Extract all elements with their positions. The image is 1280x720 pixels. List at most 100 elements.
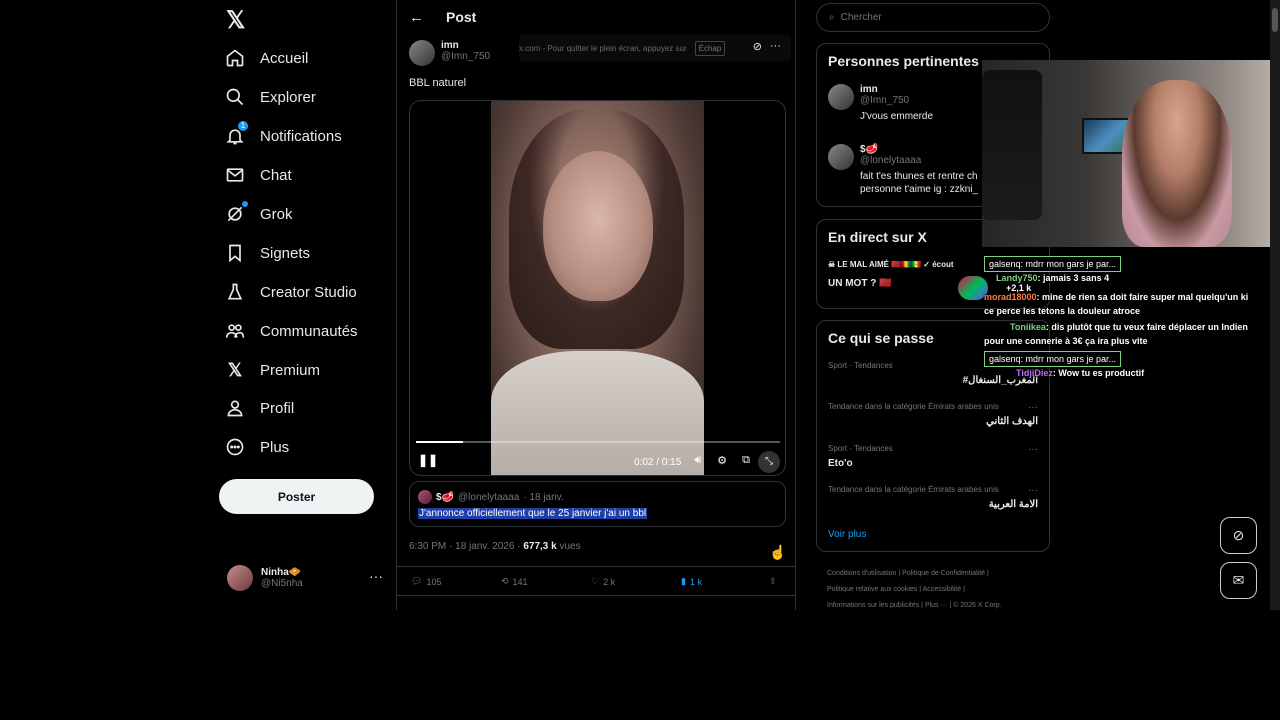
pip-icon[interactable]: ⧉ bbox=[738, 454, 754, 470]
trend-name: Eto'o bbox=[828, 458, 853, 469]
nav-bookmarks[interactable]: Signets bbox=[224, 236, 310, 270]
person-name[interactable]: $🥩 bbox=[860, 144, 990, 155]
video-face bbox=[543, 151, 653, 301]
post-top-icons: ⊘ ··· bbox=[753, 40, 781, 53]
nav-label: Grok bbox=[260, 205, 293, 223]
avatar[interactable] bbox=[828, 84, 854, 110]
chat-text: : dis plutôt que tu veux faire déplacer … bbox=[1045, 322, 1248, 332]
reply-count: 105 bbox=[426, 576, 442, 587]
bookmark-count: 1 k bbox=[689, 576, 702, 587]
video-progress-fill bbox=[416, 441, 464, 443]
messages-float-button[interactable]: ✉ bbox=[1220, 562, 1257, 599]
back-arrow-icon[interactable]: ← bbox=[409, 9, 424, 26]
footer-link[interactable]: Informations sur les publicités bbox=[827, 602, 919, 609]
user-icon bbox=[224, 397, 246, 419]
video-progress-bar[interactable] bbox=[416, 441, 780, 443]
volume-icon[interactable]: 🔊︎ bbox=[690, 454, 706, 470]
trend-item[interactable]: Tendance dans la catégorie Émirats arabe… bbox=[828, 485, 1038, 510]
video-player[interactable]: ❚❚ 0:02 / 0:15 🔊︎ ⚙ ⧉ ⤡ bbox=[409, 100, 786, 476]
quote-text-selected: J'annonce officiellement que le 25 janvi… bbox=[418, 508, 648, 519]
nav-more[interactable]: Plus bbox=[224, 430, 289, 464]
trend-item[interactable]: Tendance dans la catégorie Émirats arabe… bbox=[828, 402, 1038, 427]
nav-label: Communautés bbox=[260, 322, 358, 340]
chat-username: Landy750 bbox=[996, 273, 1038, 283]
see-more-link[interactable]: Voir plus bbox=[828, 529, 866, 540]
nav-premium[interactable]: 𝕏 Premium bbox=[224, 353, 320, 387]
chat-message: TidjiDiez: Wow tu es productif bbox=[1016, 368, 1144, 378]
footer-link[interactable]: Plus ··· bbox=[925, 602, 948, 609]
nav-label: Profil bbox=[260, 399, 295, 417]
gear-icon[interactable]: ⚙ bbox=[714, 454, 730, 470]
more-horizontal-icon[interactable]: ··· bbox=[1028, 485, 1038, 496]
pause-icon[interactable]: ❚❚ bbox=[418, 453, 438, 469]
more-horizontal-icon[interactable]: ··· bbox=[369, 568, 383, 584]
avatar[interactable] bbox=[409, 40, 435, 66]
screen: 𝕏 Accueil Explorer 1 Notifications Chat … bbox=[0, 0, 1280, 610]
post-author[interactable]: imn @Imn_750 bbox=[409, 40, 490, 68]
nav-notifications[interactable]: 1 Notifications bbox=[224, 119, 342, 153]
more-horizontal-icon[interactable]: ··· bbox=[770, 40, 781, 53]
more-horizontal-icon[interactable]: ··· bbox=[1028, 444, 1038, 455]
grok-icon[interactable]: ⊘ bbox=[753, 40, 762, 53]
exit-fullscreen-icon[interactable]: ⤡ bbox=[758, 451, 780, 473]
views-label: vues bbox=[559, 541, 581, 552]
like-count: 2 k bbox=[603, 576, 616, 587]
footer-link[interactable]: Accessibilité bbox=[923, 586, 962, 593]
chat-message: morad18000: mine de rien sa doit faire s… bbox=[984, 292, 1248, 302]
fullscreen-hint: x.com - Pour quitter le plein écran, app… bbox=[519, 35, 791, 61]
nav-label: Notifications bbox=[260, 127, 342, 145]
notification-badge: 1 bbox=[238, 121, 248, 131]
bookmark-filled-icon: ▮ bbox=[681, 576, 686, 586]
post-button[interactable]: Poster bbox=[219, 479, 374, 514]
footer-links: Conditions d'utilisation | Politique de … bbox=[827, 570, 1002, 609]
footer-link[interactable]: Conditions d'utilisation bbox=[827, 570, 896, 577]
scroll-thumb[interactable] bbox=[1272, 8, 1278, 32]
grok-float-button[interactable]: ⊘ bbox=[1220, 517, 1257, 554]
footer-link[interactable]: Politique relative aux cookies bbox=[827, 586, 917, 593]
chat-username: morad18000 bbox=[984, 292, 1037, 302]
footer-link[interactable]: Politique de Confidentialité bbox=[902, 570, 985, 577]
live-stream-title: UN MOT ? 🇲🇦 bbox=[828, 278, 892, 289]
chat-message: Landy750: jamais 3 sans 4 bbox=[996, 273, 1109, 283]
nav-creator-studio[interactable]: Creator Studio bbox=[224, 275, 357, 309]
chat-text: : mine de rien sa doit faire super mal q… bbox=[1036, 292, 1249, 302]
bell-icon: 1 bbox=[224, 121, 248, 147]
mic-arm bbox=[982, 70, 1042, 220]
person-handle: @Imn_750 bbox=[860, 95, 910, 106]
trend-name: الامة العربية bbox=[988, 499, 1038, 510]
nav-profile[interactable]: Profil bbox=[224, 391, 294, 425]
account-switcher[interactable]: Ninha🧇 @Ni5nha ··· bbox=[227, 562, 387, 594]
person-handle: @lonelytaaaa bbox=[860, 155, 922, 166]
copyright: © 2026 X Corp. bbox=[953, 602, 1002, 609]
avatar[interactable] bbox=[828, 144, 854, 170]
nav-explore[interactable]: Explorer bbox=[224, 80, 316, 114]
quoted-post[interactable]: $🥩 @lonelytaaaa · 18 janv. J'annonce off… bbox=[409, 481, 786, 527]
repost-button[interactable]: ⟲ 141 bbox=[501, 576, 528, 587]
share-button[interactable]: ⇪ bbox=[769, 576, 777, 587]
trend-item[interactable]: Sport · Tendances Eto'o ··· bbox=[828, 444, 1038, 469]
author-name[interactable]: imn bbox=[441, 40, 490, 51]
search-input[interactable]: ⌕ Chercher bbox=[816, 3, 1050, 32]
like-button[interactable]: ♡ 2 k bbox=[591, 576, 615, 587]
trend-category: Sport · Tendances bbox=[828, 444, 893, 453]
panel-title: Ce qui se passe bbox=[828, 330, 934, 346]
nav-home[interactable]: Accueil bbox=[224, 41, 308, 75]
nav-grok[interactable]: Grok bbox=[224, 197, 293, 231]
webcam-overlay bbox=[982, 60, 1280, 247]
person-item[interactable]: $🥩 @lonelytaaaa fait t'es thunes et rent… bbox=[828, 144, 990, 196]
new-dot bbox=[242, 201, 248, 207]
person-bio: J'vous emmerde bbox=[860, 111, 934, 122]
search-icon bbox=[224, 86, 246, 108]
x-logo-icon[interactable]: 𝕏 bbox=[226, 6, 252, 34]
nav-communities[interactable]: Communautés bbox=[224, 314, 358, 348]
person-name[interactable]: imn bbox=[860, 84, 990, 95]
reply-button[interactable]: 💬︎ 105 bbox=[411, 576, 441, 587]
x-premium-icon: 𝕏 bbox=[227, 359, 243, 380]
bookmark-button[interactable]: ▮ 1 k bbox=[681, 576, 702, 587]
author-handle[interactable]: @Imn_750 bbox=[441, 51, 490, 62]
account-name: Ninha🧇 bbox=[261, 567, 302, 578]
person-item[interactable]: imn @Imn_750 J'vous emmerde bbox=[828, 84, 990, 123]
scrollbar[interactable] bbox=[1270, 0, 1280, 610]
more-horizontal-icon[interactable]: ··· bbox=[1028, 402, 1038, 413]
nav-chat[interactable]: Chat bbox=[224, 158, 292, 192]
